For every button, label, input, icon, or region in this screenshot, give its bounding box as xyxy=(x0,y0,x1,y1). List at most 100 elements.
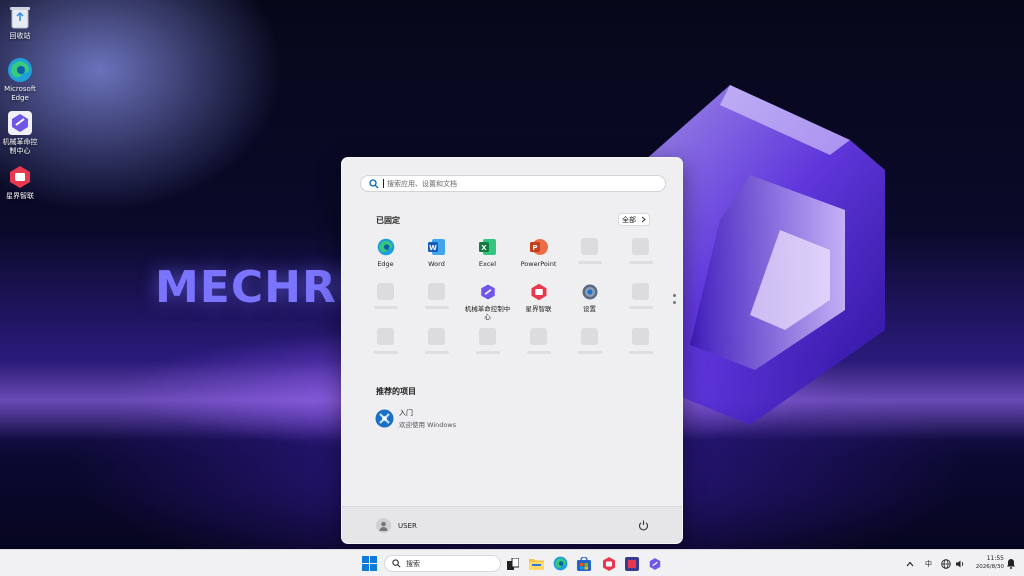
pinned-app-label: PowerPoint xyxy=(520,260,557,268)
tray-volume[interactable] xyxy=(955,550,965,576)
pinned-app-edge[interactable]: Edge xyxy=(360,236,411,280)
placeholder-icon xyxy=(581,328,598,345)
start-button[interactable] xyxy=(362,556,377,571)
placeholder-icon xyxy=(428,328,445,345)
placeholder-icon xyxy=(530,328,547,345)
pinned-placeholder xyxy=(615,236,666,280)
avatar xyxy=(376,518,391,533)
taskbar-search-label: 搜索 xyxy=(406,559,420,568)
start-search-box[interactable]: 搜索应用、设置和文档 xyxy=(360,175,666,192)
input-method-indicator[interactable]: 中 xyxy=(925,550,932,576)
placeholder-label xyxy=(628,306,653,309)
svg-text:P: P xyxy=(532,244,537,252)
svg-text:W: W xyxy=(429,244,437,252)
taskbar-file-explorer[interactable] xyxy=(529,556,544,571)
placeholder-label xyxy=(373,306,398,309)
word-icon: W xyxy=(427,238,446,256)
desktop-icon-label: 机械革命控制中心 xyxy=(2,138,38,155)
pinned-app-label: 星界智联 xyxy=(525,305,552,313)
pinned-app-label: Word xyxy=(428,260,445,268)
placeholder-label xyxy=(526,351,551,354)
pinned-placeholder xyxy=(411,281,462,325)
desktop-icon-xingjie-zhilian[interactable]: 星界智联 xyxy=(0,164,40,201)
pinned-placeholder xyxy=(564,236,615,280)
placeholder-icon xyxy=(377,328,394,345)
file-explorer-icon xyxy=(529,559,544,570)
pinned-app-excel[interactable]: X Excel xyxy=(462,236,513,280)
placeholder-label xyxy=(628,261,653,264)
recommended-item-get-started[interactable]: 入门 欢迎使用 Windows xyxy=(375,408,456,429)
task-view-button[interactable] xyxy=(505,556,520,571)
pinned-app-label: Excel xyxy=(478,260,497,268)
recommended-item-subtitle: 欢迎使用 Windows xyxy=(399,421,457,429)
pinned-app-xingjie-zhilian[interactable]: 星界智联 xyxy=(513,281,564,325)
recommended-item-title: 入门 xyxy=(399,409,413,417)
pinned-placeholder xyxy=(615,326,666,370)
task-view-icon xyxy=(506,557,519,570)
page-dot xyxy=(673,301,676,304)
desktop-icon-recycle-bin[interactable]: 回收站 xyxy=(0,4,40,41)
desktop-icon-edge[interactable]: Microsoft Edge xyxy=(0,57,40,103)
placeholder-label xyxy=(577,351,602,354)
desktop-icon-label: 回收站 xyxy=(9,32,31,40)
placeholder-icon xyxy=(377,283,394,300)
search-icon xyxy=(369,178,379,188)
taskbar-search[interactable]: 搜索 xyxy=(384,555,501,572)
desktop-icon-mechrevo-control-center[interactable]: 机械革命控制中心 xyxy=(0,110,40,156)
placeholder-icon xyxy=(632,283,649,300)
edge-icon xyxy=(377,238,395,256)
placeholder-label xyxy=(628,351,653,354)
page-indicator-dots[interactable] xyxy=(673,294,677,308)
power-icon[interactable] xyxy=(638,520,649,531)
search-icon xyxy=(392,559,401,568)
powerpoint-icon: P xyxy=(529,238,548,256)
all-apps-button[interactable]: 全部 xyxy=(618,213,650,226)
pinned-app-settings[interactable]: 设置 xyxy=(564,281,615,325)
windows-logo-icon xyxy=(362,556,377,571)
wallpaper-brand-text: MECHRE xyxy=(155,262,368,313)
taskbar-mechrevo-control-center[interactable] xyxy=(647,556,662,571)
user-account-button[interactable]: USER xyxy=(376,518,417,533)
clock-time: 11:55 xyxy=(986,555,1004,562)
tray-network[interactable] xyxy=(941,550,951,576)
tray-show-hidden[interactable] xyxy=(906,550,914,576)
start-menu-footer: USER xyxy=(342,506,682,543)
notification-center[interactable] xyxy=(1006,550,1016,576)
pinned-placeholder xyxy=(513,326,564,370)
settings-gear-icon xyxy=(581,283,599,301)
taskbar-red-app[interactable] xyxy=(601,556,616,571)
clock-date: 2026/8/30 xyxy=(975,564,1004,570)
pinned-placeholder xyxy=(462,326,513,370)
pinned-app-label: 机械革命控制中心 xyxy=(464,305,511,321)
placeholder-icon xyxy=(581,238,598,255)
user-name: USER xyxy=(398,521,417,530)
user-icon xyxy=(379,521,388,531)
red-app-icon xyxy=(602,556,615,571)
search-placeholder: 搜索应用、设置和文档 xyxy=(387,179,457,188)
xingjie-zhilian-icon xyxy=(530,283,548,301)
placeholder-icon xyxy=(632,328,649,345)
svg-text:X: X xyxy=(481,244,487,252)
speaker-volume-icon xyxy=(956,560,964,567)
pinned-app-powerpoint[interactable]: P PowerPoint xyxy=(513,236,564,280)
all-apps-label: 全部 xyxy=(622,215,636,224)
taskbar-xingjie-zhilian[interactable] xyxy=(624,556,639,571)
mechrevo-control-center-icon xyxy=(649,557,660,570)
start-menu: 搜索应用、设置和文档 已固定 全部 Edge W Word X Excel P … xyxy=(341,157,683,544)
pinned-app-label: Edge xyxy=(377,260,394,268)
excel-icon: X xyxy=(478,238,497,256)
taskbar-edge[interactable] xyxy=(553,556,568,571)
pinned-placeholder xyxy=(360,281,411,325)
globe-network-icon xyxy=(941,558,951,569)
ime-label: 中 xyxy=(925,559,932,568)
placeholder-label xyxy=(424,306,449,309)
pinned-app-mechrevo-control-center[interactable]: 机械革命控制中心 xyxy=(462,281,513,325)
mechrevo-control-center-icon xyxy=(479,283,497,301)
pinned-app-word[interactable]: W Word xyxy=(411,236,462,280)
page-dot xyxy=(673,294,676,297)
pinned-placeholder xyxy=(411,326,462,370)
desktop-icon-label: Microsoft Edge xyxy=(4,85,36,102)
notification-bell-icon xyxy=(1007,559,1015,569)
taskbar-microsoft-store[interactable] xyxy=(576,556,591,571)
taskbar-clock[interactable]: 11:55 2026/8/30 xyxy=(968,554,1004,572)
